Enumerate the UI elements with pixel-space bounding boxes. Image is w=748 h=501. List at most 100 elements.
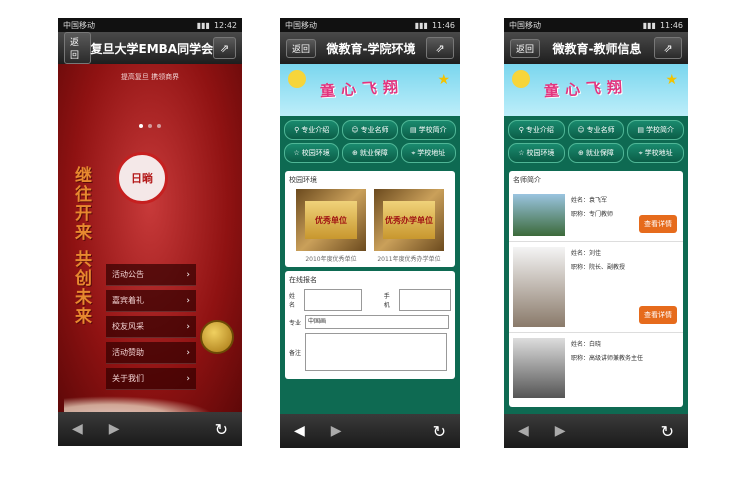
back-button[interactable]: 返回 [510,38,541,58]
menu-item-about[interactable]: 关于我们 › [106,368,196,390]
nav-label: 学校地址 [644,149,673,157]
time-label: 12:42 [213,20,237,30]
teacher-photo [513,194,565,236]
teacher-title: 职称：专门教师 [571,211,614,218]
page-title: 微教育-学院环境 [326,41,416,56]
teacher-name: 姓名：白晓 [571,341,602,348]
browser-toolbar: ◀ ▶ ↻ [280,414,460,448]
chevron-right-icon: › [186,347,190,358]
phone-teachers: 中国移动 ▮▮▮ 11:46 返回 微教育-教师信息 ⇗ 童心飞翔 ★ ⚲ 专业介绍… [504,18,688,448]
nav-employment[interactable]: ⊕ 就业保障 [567,143,625,163]
teacher-item: 姓名：白晓 职称：高级讲师兼教务主任 [509,333,683,403]
banner: 童心飞翔 ★ [504,64,688,116]
teacher-card: 名师简介 姓名：袁飞军 职称：专门教师 查看详情 姓名：刘佳 职称：院长、副教授 查… [509,171,683,407]
award-photo[interactable]: 优秀办学单位 2011年度优秀办学单位 [374,189,444,263]
phone-input[interactable] [398,289,451,311]
form-row: 姓名 手机 [289,289,451,311]
status-bar: 中国移动 ▮▮▮ 12:42 [58,18,242,32]
note-textarea[interactable] [305,333,448,371]
chevron-right-icon: › [186,321,190,332]
calligraphy-text: 继往开来 共创未来 [71,166,91,326]
content-area: 童心飞翔 ★ ⚲ 专业介绍 ☺ 专业名师 ▤ 学校简介 ☆ 校园环境 ⊕ 就业保障 ⌖ 学校… [280,64,460,414]
content-area: 童心飞翔 ★ ⚲ 专业介绍 ☺ 专业名师 ▤ 学校简介 ☆ 校园环境 ⊕ 就业保障 ⌖ 学校… [504,64,688,414]
banner-title: 童心飞翔 [543,77,629,101]
refresh-icon[interactable]: ↻ [661,422,674,441]
nav-label: 校园环境 [301,149,330,157]
refresh-icon[interactable]: ↻ [433,422,446,441]
phone-emba: 中国移动 ▮▮▮ 12:42 返回 复旦大学EMBA同学会 ⇗ 提高复旦 携领商界… [58,18,242,446]
chevron-right-icon: › [186,373,190,384]
carrier-label: 中国移动 [63,20,95,30]
nav-intro[interactable]: ⚲ 专业介绍 [284,120,340,140]
menu-item-announcements[interactable]: 活动公告 › [106,264,196,286]
carousel-dots[interactable] [58,124,242,128]
nav-school[interactable]: ▤ 学校简介 [400,120,456,140]
back-arrow-icon[interactable]: ◀ [518,423,529,439]
page-title: 微教育-教师信息 [552,41,642,56]
signal-icon: ▮▮▮ [642,20,656,30]
school-logo: 日㫾 [116,152,168,204]
award-photo[interactable]: 优秀单位 2010年度优秀单位 [296,189,366,263]
share-icon[interactable]: ⇗ [213,37,236,59]
photo-caption: 2011年度优秀办学单位 [377,256,441,263]
slogan: 提高复旦 携领商界 [120,73,180,81]
nav-teachers[interactable]: ☺ 专业名师 [567,120,625,140]
card-title: 在线报名 [289,276,317,284]
major-select[interactable]: 中国画 [305,315,450,329]
photo-caption: 2010年度优秀单位 [305,256,357,263]
teacher-title: 职称：院长、副教授 [571,264,626,271]
nav-label: 专业介绍 [301,126,330,134]
photo-image: 优秀单位 [296,189,366,251]
view-details-button[interactable]: 查看详情 [639,215,677,233]
back-arrow-icon[interactable]: ◀ [294,423,305,439]
forward-arrow-icon[interactable]: ▶ [109,421,120,437]
people-icon: ☺ [351,126,359,134]
photo-image: 优秀办学单位 [374,189,444,251]
nav-campus[interactable]: ☆ 校园环境 [508,143,565,163]
nav-label: 专业名师 [586,126,615,134]
menu-item-guests[interactable]: 嘉宾着礼 › [106,290,196,312]
people-icon: ☺ [577,126,585,134]
nav-campus[interactable]: ☆ 校园环境 [284,143,340,163]
share-icon[interactable]: ⇗ [426,37,454,59]
award-plaque: 优秀单位 [305,201,357,239]
nav-label: 就业保障 [585,149,614,157]
major-label: 专业 [289,319,302,327]
browser-toolbar: ◀ ▶ ↻ [58,412,242,446]
nav-address[interactable]: ⌖ 学校地址 [627,143,684,163]
carousel-dot[interactable] [148,124,152,128]
share-icon[interactable]: ⇗ [654,37,682,59]
nav-employment[interactable]: ⊕ 就业保障 [342,143,398,163]
carousel-dot[interactable] [139,124,143,128]
menu-label: 校友风采 [112,322,144,331]
menu-item-alumni[interactable]: 校友风采 › [106,316,196,338]
teacher-name: 姓名：刘佳 [571,250,602,257]
refresh-icon[interactable]: ↻ [215,420,228,439]
chevron-right-icon: › [186,269,190,280]
back-button[interactable]: 返回 [286,38,317,58]
chevron-right-icon: › [186,295,190,306]
star-icon: ☆ [293,149,300,157]
title-bar: 返回 复旦大学EMBA同学会 ⇗ [58,32,242,64]
teacher-photo [513,247,565,327]
forward-arrow-icon[interactable]: ▶ [555,423,566,439]
page-title: 复旦大学EMBA同学会 [90,41,214,56]
carousel-dot[interactable] [157,124,161,128]
view-details-button[interactable]: 查看详情 [639,306,677,324]
status-bar: 中国移动 ▮▮▮ 11:46 [280,18,460,32]
forward-arrow-icon[interactable]: ▶ [331,423,342,439]
menu-item-sponsors[interactable]: 活动赞助 › [106,342,196,364]
location-icon: ⌖ [638,148,643,157]
name-input[interactable] [304,289,362,311]
photo-row: 优秀单位 2010年度优秀单位 优秀办学单位 2011年度优秀办学单位 [289,189,451,263]
nav-address[interactable]: ⌖ 学校地址 [400,143,456,163]
search-icon: ⚲ [294,126,300,134]
signup-card: 在线报名 姓名 手机 专业 中国画 备注 [285,271,455,379]
nav-teachers[interactable]: ☺ 专业名师 [342,120,398,140]
nav-intro[interactable]: ⚲ 专业介绍 [508,120,565,140]
back-button[interactable]: 返回 [64,32,91,64]
back-arrow-icon[interactable]: ◀ [72,421,83,437]
star-icon: ★ [665,72,678,88]
banner: 童心飞翔 ★ [280,64,460,116]
nav-school[interactable]: ▤ 学校简介 [627,120,684,140]
